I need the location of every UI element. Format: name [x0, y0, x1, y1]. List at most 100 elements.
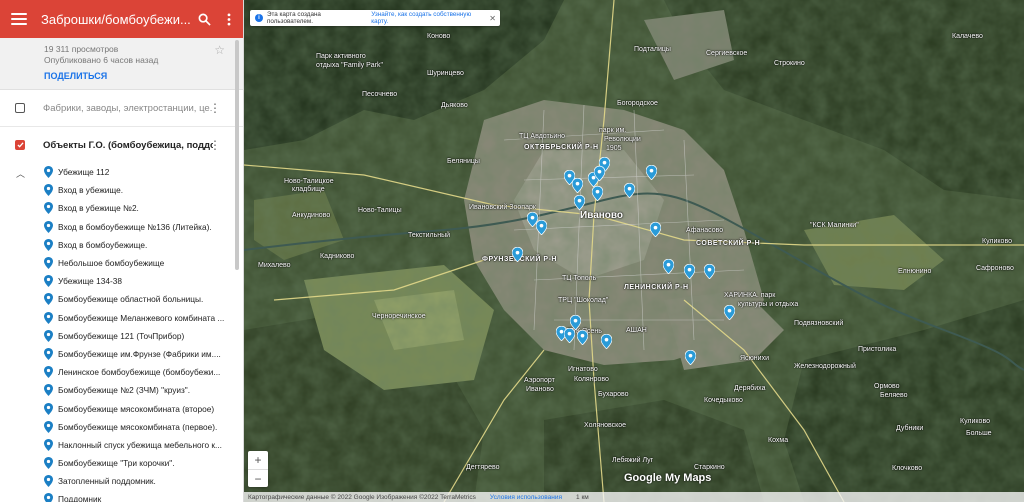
map-marker-icon[interactable] [564, 328, 575, 343]
map-place-label: Больше [966, 430, 992, 437]
map-marker-icon[interactable] [684, 264, 695, 279]
sidebar-scrollbar[interactable] [235, 40, 239, 270]
list-item-label: Бомбоубежище мясокомбината (первое). [58, 421, 218, 432]
map-marker-icon[interactable] [512, 247, 523, 262]
list-item[interactable]: Бомбоубежище 121 (ТочПрибор) [0, 327, 243, 345]
map-pin-icon [44, 220, 53, 233]
list-item[interactable]: Убежище 134-38 [0, 272, 243, 290]
map-pin-icon [44, 329, 53, 342]
list-item-label: Убежище 134-38 [58, 276, 122, 287]
map-place-label: Ормово [874, 383, 900, 390]
map-pin-icon [44, 438, 53, 451]
list-item-label: Бомбоубежище "Три корочки". [58, 458, 175, 469]
layer-civil-defense[interactable]: Объекты Г.О. (бомбоубежица, поддо... ⋮ [0, 127, 243, 163]
map-marker-icon[interactable] [594, 166, 605, 181]
map-place-label: Сергиевское [706, 50, 748, 57]
map-place-label: Куликово [982, 238, 1012, 245]
collapse-chevron-icon[interactable]: ︿ [16, 167, 25, 180]
layer-checkbox-checked[interactable] [15, 140, 25, 150]
zoom-in-button[interactable]: + [248, 451, 268, 469]
layer-items-list: ︿ Убежище 112 Вход в убежище. Вход в убежи… [0, 163, 243, 502]
more-vert-icon[interactable] [218, 8, 240, 30]
map-place-label: ТЦ Авдотьино [519, 133, 566, 140]
map-place-label: Революции [604, 136, 641, 143]
map-marker-icon[interactable] [663, 259, 674, 274]
map-marker-icon[interactable] [704, 264, 715, 279]
map-place-label: Коново [427, 33, 451, 40]
list-item[interactable]: Вход в бомбоубежище №136 (Литейка). [0, 218, 243, 236]
map-place-label: Афанасово [686, 227, 724, 234]
map-place-label: Строкино [774, 60, 805, 67]
list-item[interactable]: Бомбоубежище им.Фрунзе (Фабрики им.... [0, 345, 243, 363]
menu-icon[interactable] [11, 13, 27, 25]
map-place-label: ТРЦ "Шоколад" [558, 297, 609, 304]
map-marker-icon[interactable] [724, 305, 735, 320]
map-pin-icon [44, 311, 53, 324]
map-place-label: Игнатово [568, 366, 598, 373]
layer-menu-icon[interactable]: ⋮ [209, 138, 221, 152]
map-place-label: Богородское [617, 100, 658, 107]
map-place-label: Ново-Талицкое [284, 178, 334, 185]
map-marker-icon[interactable] [685, 350, 696, 365]
list-item[interactable]: Затопленный поддомник. [0, 472, 243, 490]
map-place-label: Пристолика [858, 346, 897, 353]
satellite-map[interactable]: Коново Подталицы Сергиевское Калачево Строки… [244, 0, 1024, 502]
map-pin-icon [44, 475, 53, 488]
sidebar-header: Заброшки/бомбоубежи... [0, 0, 243, 38]
list-item-label: Поддомник [58, 494, 102, 502]
list-item[interactable]: Наклонный спуск убежища мебельного к... [0, 436, 243, 454]
list-item[interactable]: Бомбоубежище №2 (ЗЧМ) "круиз". [0, 381, 243, 399]
map-marker-icon[interactable] [536, 220, 547, 235]
list-item[interactable]: Поддомник [0, 490, 243, 502]
map-pin-icon [44, 420, 53, 433]
map-place-label: Текстильный [408, 232, 451, 239]
map-place-label: Анкудиново [292, 212, 331, 219]
map-marker-icon[interactable] [601, 334, 612, 349]
list-item[interactable]: Вход в бомбоубежище. [0, 236, 243, 254]
map-place-label: ЛЕНИНСКИЙ Р-Н [624, 284, 689, 291]
map-pin-icon [44, 402, 53, 415]
banner-learn-link[interactable]: Узнайте, как создать собственную карту. [371, 11, 489, 25]
list-item-label: Вход в бомбоубежище №136 (Литейка). [58, 221, 212, 232]
star-icon[interactable]: ☆ [214, 43, 225, 57]
list-item[interactable]: Бомбоубежище мясокомбината (первое). [0, 418, 243, 436]
terms-link[interactable]: Условия использования [490, 494, 562, 501]
map-pin-icon [44, 184, 53, 197]
map-attribution: Картографические данные © 2022 Google Из… [248, 493, 476, 501]
map-pin-icon [44, 493, 53, 502]
map-place-label: Иваново [526, 386, 554, 393]
list-item[interactable]: Бомбоубежище Меланжевого комбината ... [0, 309, 243, 327]
list-item[interactable]: Бомбоубежище мясокомбината (второе) [0, 399, 243, 417]
map-place-label: Ново-Талицы [358, 207, 402, 214]
close-icon[interactable]: ✕ [489, 14, 496, 23]
list-item[interactable]: Небольшое бомбоубежище [0, 254, 243, 272]
map-place-label: Кадниково [320, 253, 355, 260]
map-place-label: Дубники [896, 425, 924, 432]
list-item[interactable]: Вход в убежище №2. [0, 199, 243, 217]
map-place-label: Беляево [880, 392, 908, 399]
map-pin-icon [44, 202, 53, 215]
list-item[interactable]: Убежище 112 [0, 163, 243, 181]
map-marker-icon[interactable] [650, 222, 661, 237]
map-place-label: Кохма [768, 437, 789, 444]
map-marker-icon[interactable] [572, 178, 583, 193]
list-item[interactable]: Бомбоубежище областной больницы. [0, 290, 243, 308]
layer-factories[interactable]: Фабрики, заводы, электростанции, це... ⋮ [0, 90, 243, 127]
map-place-label: Куликово [960, 418, 990, 425]
search-icon[interactable] [193, 8, 215, 30]
share-button[interactable]: ПОДЕЛИТЬСЯ [44, 71, 243, 81]
layer-menu-icon[interactable]: ⋮ [209, 101, 221, 115]
list-item-label: Бомбоубежище Меланжевого комбината ... [58, 312, 225, 323]
list-item-label: Вход в убежище. [58, 185, 124, 196]
list-item[interactable]: Вход в убежище. [0, 181, 243, 199]
list-item[interactable]: Бомбоубежище "Три корочки". [0, 454, 243, 472]
map-marker-icon[interactable] [574, 195, 585, 210]
map-marker-icon[interactable] [592, 186, 603, 201]
zoom-out-button[interactable]: − [248, 469, 268, 488]
map-marker-icon[interactable] [646, 165, 657, 180]
map-marker-icon[interactable] [624, 183, 635, 198]
map-place-label: Кочедыково [704, 397, 743, 404]
list-item[interactable]: Ленинское бомбоубежище (бомбоубежи... [0, 363, 243, 381]
layer-checkbox[interactable] [15, 103, 25, 113]
map-marker-icon[interactable] [577, 330, 588, 345]
